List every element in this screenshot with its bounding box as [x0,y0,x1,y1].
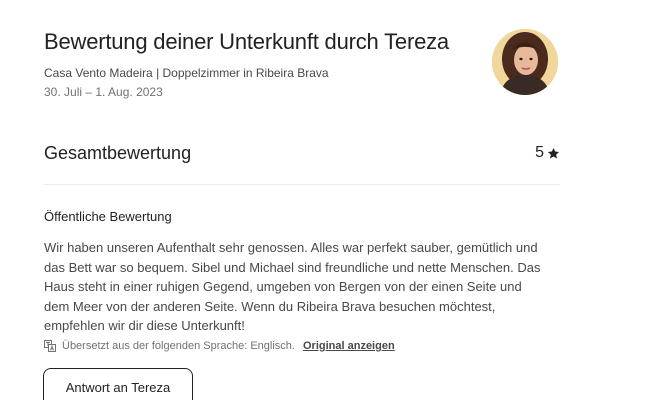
page-title: Bewertung deiner Unterkunft durch Tereza [44,29,449,54]
review-page: Bewertung deiner Unterkunft durch Tereza… [0,0,650,400]
overall-rating-score: 5 [535,144,560,162]
review-text: Wir haben unseren Aufenthalt sehr genoss… [44,238,564,336]
review-header: Bewertung deiner Unterkunft durch Tereza… [44,28,484,100]
reply-button[interactable]: Antwort an Tereza [43,368,193,400]
review-text-line: Haus steht in einer ruhigen Gegend, umge… [44,279,522,295]
section-divider [44,184,560,185]
translation-note: Übersetzt aus der folgenden Sprache: Eng… [44,339,564,352]
translate-icon [44,339,56,352]
review-text-line: empfehlen wir dir diese Unterkunft! [44,318,245,334]
show-original-link[interactable]: Original anzeigen [303,340,395,352]
overall-rating: Gesamtbewertung 5 [44,140,560,170]
review-text-line: dem Meer von der anderen Seite. Wenn du … [44,298,496,314]
stay-dates: 30. Juli – 1. Aug. 2023 [44,85,163,99]
rating-value: 5 [535,144,544,161]
public-review-section: Öffentliche Bewertung Wir haben unseren … [44,208,564,352]
listing-name: Casa Vento Madeira | Doppelzimmer in Rib… [44,66,329,80]
star-icon [547,147,560,160]
review-text-line: das Bett war so bequem. Sibel und Michae… [44,259,541,275]
translation-note-text: Übersetzt aus der folgenden Sprache: Eng… [62,339,295,352]
review-text-line: Wir haben unseren Aufenthalt sehr genoss… [44,240,538,255]
guest-avatar[interactable] [492,29,558,95]
public-review-title: Öffentliche Bewertung [44,209,172,224]
overall-rating-label: Gesamtbewertung [44,143,192,163]
